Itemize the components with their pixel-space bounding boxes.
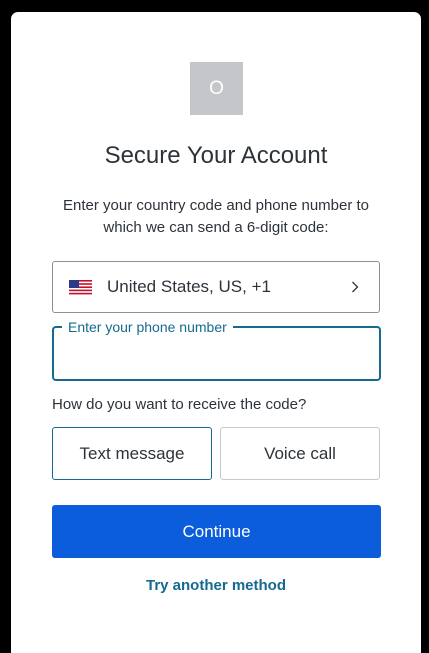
- phone-number-field[interactable]: Enter your phone number: [52, 318, 381, 381]
- login-card: O Secure Your Account Enter your country…: [11, 12, 421, 653]
- us-flag-icon: [69, 279, 92, 295]
- voice-call-label: Voice call: [264, 443, 336, 463]
- country-selector[interactable]: United States, US, +1: [52, 261, 380, 313]
- text-message-label: Text message: [79, 443, 185, 463]
- continue-button[interactable]: Continue: [52, 505, 381, 558]
- logo: O: [190, 62, 243, 115]
- try-another-method-link[interactable]: Try another method: [11, 577, 421, 594]
- logo-letter: O: [209, 77, 224, 99]
- delivery-question: How do you want to receive the code?: [52, 396, 307, 413]
- chevron-right-icon: [352, 281, 359, 293]
- voice-call-option[interactable]: Voice call: [220, 427, 380, 480]
- page-title: Secure Your Account: [104, 142, 328, 169]
- phone-field-label: Enter your phone number: [62, 318, 233, 336]
- country-label: United States, US, +1: [107, 277, 271, 296]
- instructions-text: Enter your country code and phone number…: [62, 197, 370, 236]
- continue-label: Continue: [182, 521, 251, 541]
- text-message-option[interactable]: Text message: [52, 427, 212, 480]
- phone-input[interactable]: [68, 342, 367, 368]
